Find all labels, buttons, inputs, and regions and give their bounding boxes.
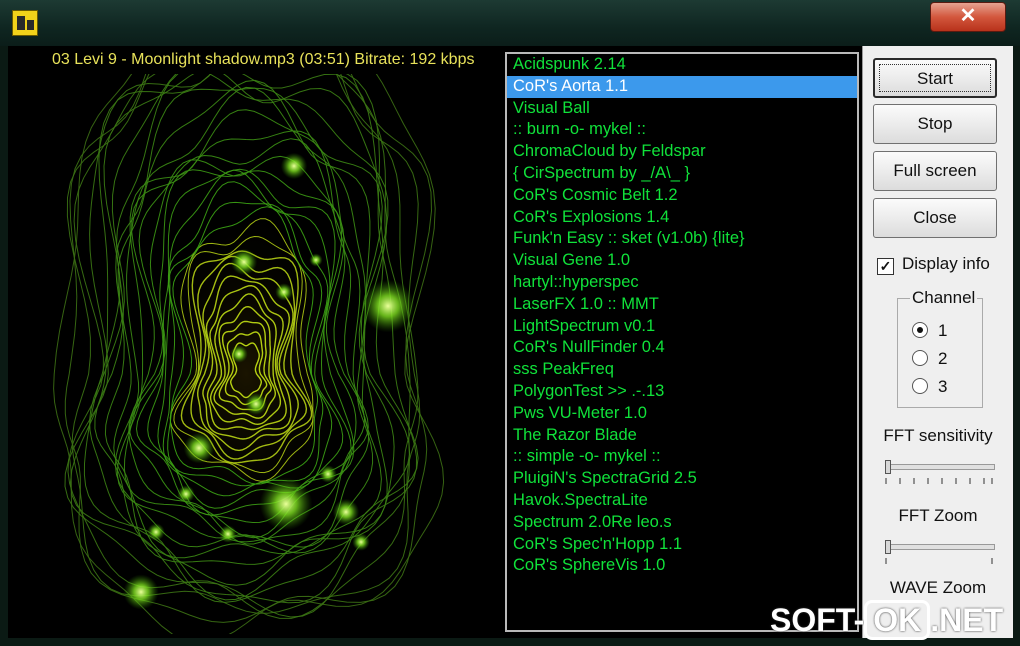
fft-sensitivity-slider[interactable] [885, 460, 995, 486]
glow-particle [230, 345, 248, 363]
title-bar: ✕ [0, 0, 1020, 46]
plugin-list-item[interactable]: The Razor Blade [507, 425, 857, 447]
plugin-list-item[interactable]: CoR's Spec'n'Hopp 1.1 [507, 534, 857, 556]
plugin-list-item[interactable]: Pws VU-Meter 1.0 [507, 403, 857, 425]
plugin-list-item[interactable]: Spectrum 2.0Re leo.s [507, 512, 857, 534]
plugin-list-item[interactable]: CoR's Aorta 1.1 [507, 75, 857, 98]
glow-particle [332, 498, 360, 526]
channel-option-3[interactable]: 3 [912, 377, 947, 397]
stop-button[interactable]: Stop [873, 104, 997, 144]
fft-zoom-slider[interactable] [885, 540, 995, 566]
plugin-list-item[interactable]: LightSpectrum v0.1 [507, 316, 857, 338]
display-info-checkbox-row[interactable]: ✓ Display info [877, 254, 990, 275]
plugin-list-item[interactable]: Havok.SpectraLite [507, 490, 857, 512]
glow-particle [245, 393, 267, 415]
glow-particle [259, 477, 313, 531]
channel-group-title: Channel [910, 288, 978, 308]
visualization-canvas [16, 74, 506, 634]
plugin-list-item[interactable]: ChromaCloud by Feldspar [507, 141, 857, 163]
plugin-list-item[interactable]: CoR's SphereVis 1.0 [507, 555, 857, 577]
glow-particle [177, 485, 195, 503]
glow-particle [319, 465, 337, 483]
plugin-list-item[interactable]: sss PeakFreq [507, 359, 857, 381]
display-info-checkbox[interactable]: ✓ [877, 258, 894, 275]
plugin-list-item[interactable]: CoR's Cosmic Belt 1.2 [507, 185, 857, 207]
client-area: 03 Levi 9 - Moonlight shadow.mp3 (03:51)… [8, 46, 1013, 638]
glow-particle [352, 533, 370, 551]
control-panel: Start Stop Full screen Close ✓ Display in… [862, 46, 1013, 638]
track-info-text: 03 Levi 9 - Moonlight shadow.mp3 (03:51)… [52, 51, 475, 68]
fullscreen-button[interactable]: Full screen [873, 151, 997, 191]
plugin-list-item[interactable]: Visual Gene 1.0 [507, 250, 857, 272]
plugin-list-item[interactable]: hartyl::hyperspec [507, 272, 857, 294]
channel-option-1[interactable]: 1 [912, 321, 947, 341]
slider-thumb[interactable] [885, 540, 891, 554]
glow-particle [183, 432, 215, 464]
glow-particle [147, 523, 165, 541]
plugin-list-item[interactable]: PolygonTest >> .-.13 [507, 381, 857, 403]
slider-thumb[interactable] [885, 460, 891, 474]
plugin-list-item[interactable]: PluigiN's SpectraGrid 2.5 [507, 468, 857, 490]
plugin-list-item[interactable]: Acidspunk 2.14 [507, 54, 857, 76]
glow-particle [275, 283, 293, 301]
glow-particle [219, 525, 237, 543]
start-button[interactable]: Start [873, 58, 997, 98]
channel-group: Channel 1 2 3 [897, 288, 983, 408]
glow-particle [230, 248, 258, 276]
plugin-list-item[interactable]: CoR's Explosions 1.4 [507, 207, 857, 229]
fft-sensitivity-label: FFT sensitivity [883, 426, 993, 445]
channel-option-2[interactable]: 2 [912, 349, 947, 369]
window-close-button[interactable]: ✕ [930, 2, 1006, 32]
glow-particle [280, 152, 308, 180]
glow-particle [309, 253, 323, 267]
plugin-list-item[interactable]: Funk'n Easy :: sket (v1.0b) {lite} [507, 228, 857, 250]
glow-particle [123, 574, 159, 610]
fft-zoom-label: FFT Zoom [898, 506, 978, 525]
glow-particle [361, 279, 415, 333]
plugin-list-item[interactable]: :: simple -o- mykel :: [507, 446, 857, 468]
plugin-list-item[interactable]: Visual Ball [507, 98, 857, 120]
app-icon[interactable] [12, 10, 38, 36]
close-button[interactable]: Close [873, 198, 997, 238]
plugin-list-item[interactable]: :: burn -o- mykel :: [507, 119, 857, 141]
visualization-graphic [53, 74, 445, 634]
plugin-list-item[interactable]: LaserFX 1.0 :: MMT [507, 294, 857, 316]
plugin-list-item[interactable]: { CirSpectrum by _/A\_ } [507, 163, 857, 185]
plugin-list-item[interactable]: CoR's NullFinder 0.4 [507, 337, 857, 359]
radio-icon[interactable] [912, 378, 928, 394]
watermark: SOFT- OK .NET [770, 600, 1004, 640]
wave-zoom-label: WAVE Zoom [889, 578, 987, 597]
radio-icon[interactable] [912, 350, 928, 366]
display-info-label: Display info [902, 254, 990, 273]
radio-icon[interactable] [912, 322, 928, 338]
plugin-list[interactable]: Acidspunk 2.14 CoR's Aorta 1.1 Visual Ball… [505, 52, 859, 632]
